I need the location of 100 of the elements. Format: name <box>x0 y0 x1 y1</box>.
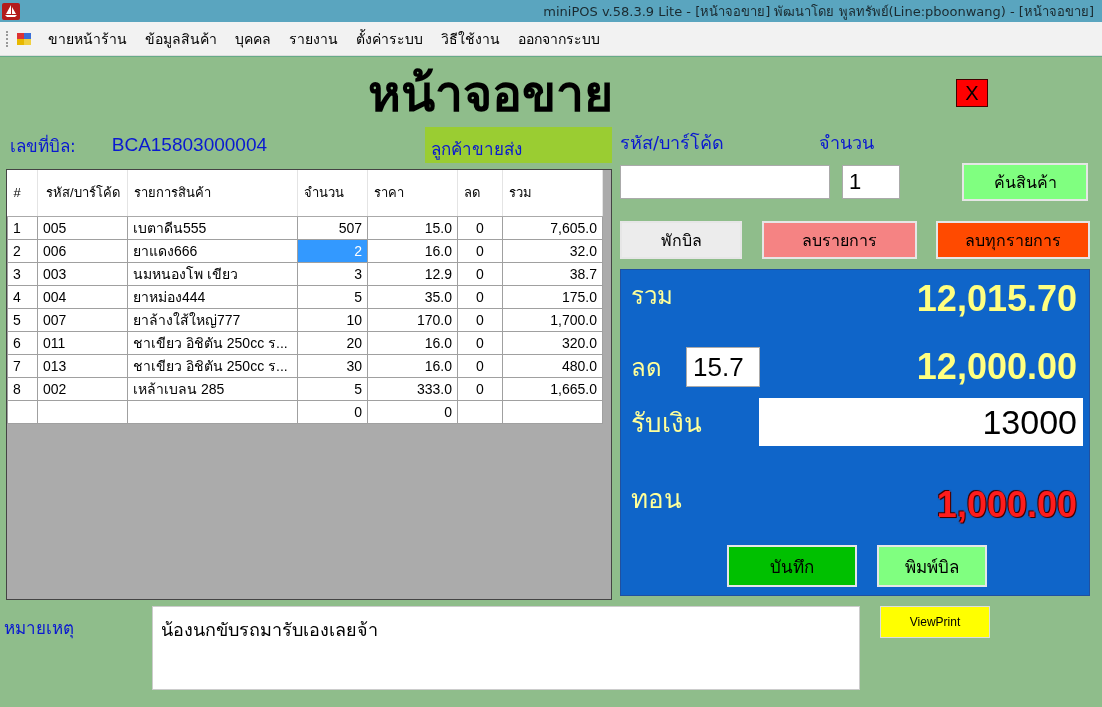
table-cell: 002 <box>37 377 128 401</box>
table-cell: 2 <box>7 239 38 263</box>
table-cell: 170.0 <box>367 308 458 332</box>
table-cell: ยาล้างใส้ใหญ่777 <box>127 308 298 332</box>
column-header[interactable]: ราคา <box>367 170 458 217</box>
table-cell: 15.0 <box>367 216 458 240</box>
table-cell: 011 <box>37 331 128 355</box>
table-cell: 16.0 <box>367 354 458 378</box>
change-amount: 1,000.00 <box>936 484 1077 526</box>
table-cell: 0 <box>457 308 503 332</box>
column-header[interactable]: ลด <box>457 170 503 217</box>
table-cell: 7,605.0 <box>502 216 603 240</box>
bill-number-label: เลขที่บิล: <box>10 133 76 158</box>
net-amount: 12,000.00 <box>916 346 1077 388</box>
received-label: รับเงิน <box>631 406 702 440</box>
menu-item[interactable]: ข้อมูลสินค้า <box>137 23 225 54</box>
column-header[interactable]: จำนวน <box>297 170 368 217</box>
table-cell: 0 <box>367 400 458 424</box>
table-cell: 5 <box>297 285 368 309</box>
table-cell: 0 <box>457 377 503 401</box>
table-cell: 3 <box>297 262 368 286</box>
app-logo-icon <box>2 2 20 20</box>
table-cell: 30 <box>297 354 368 378</box>
save-button[interactable]: บันทึก <box>727 545 857 587</box>
delete-all-button[interactable]: ลบทุกรายการ <box>936 221 1090 259</box>
table-cell: 32.0 <box>502 239 603 263</box>
table-cell: 4 <box>7 285 38 309</box>
table-cell: 175.0 <box>502 285 603 309</box>
table-cell: ชาเขียว อิชิตัน 250cc ร... <box>127 331 298 355</box>
column-header[interactable]: รวม <box>502 170 603 217</box>
table-cell: 480.0 <box>502 354 603 378</box>
discount-label: ลด <box>631 352 662 384</box>
quantity-field[interactable]: 1 <box>842 165 900 199</box>
table-cell: 7 <box>7 354 38 378</box>
bill-number: BCA15803000004 <box>111 134 268 156</box>
close-button[interactable]: X <box>956 79 988 107</box>
table-cell: 013 <box>37 354 128 378</box>
table-cell: ยาหม่อง444 <box>127 285 298 309</box>
table-cell: 20 <box>297 331 368 355</box>
customer-type-label: ลูกค้าขายส่ง <box>425 127 612 163</box>
table-cell: 0 <box>457 216 503 240</box>
table-cell: นมหนองโพ เขียว <box>127 262 298 286</box>
table-cell: 0 <box>297 400 368 424</box>
column-header[interactable]: รหัส/บาร์โค้ด <box>37 170 128 217</box>
table-cell: 0 <box>457 285 503 309</box>
table-cell: 16.0 <box>367 331 458 355</box>
table-cell: 1 <box>7 216 38 240</box>
received-amount-field[interactable]: 13000 <box>759 398 1083 446</box>
table-cell: 333.0 <box>367 377 458 401</box>
table-cell: ชาเขียว อิชิตัน 250cc ร... <box>127 354 298 378</box>
total-amount: 12,015.70 <box>916 278 1077 320</box>
menu-item[interactable]: ขายหน้าร้าน <box>40 23 135 54</box>
total-label: รวม <box>631 281 673 312</box>
table-cell: 5 <box>297 377 368 401</box>
table-cell: เบตาดีน555 <box>127 216 298 240</box>
barcode-field[interactable] <box>620 165 830 199</box>
table-cell: ยาแดง666 <box>127 239 298 263</box>
table-cell: 003 <box>37 262 128 286</box>
table-cell: 006 <box>37 239 128 263</box>
print-bill-button[interactable]: พิมพ์บิล <box>877 545 987 587</box>
view-print-button[interactable]: ViewPrint <box>880 606 990 638</box>
delete-item-button[interactable]: ลบรายการ <box>761 221 917 259</box>
table-cell: 0 <box>457 331 503 355</box>
remarks-label: หมายเหตุ <box>4 617 75 641</box>
menu-item[interactable]: ออกจากระบบ <box>510 23 608 54</box>
table-cell: 6 <box>7 331 38 355</box>
table-cell: 0 <box>457 262 503 286</box>
hold-bill-button[interactable]: พักบิล <box>620 221 742 259</box>
menu-item[interactable]: วิธีใช้งาน <box>433 23 508 54</box>
table-cell: 3 <box>7 262 38 286</box>
search-product-button[interactable]: ค้นสินค้า <box>962 163 1088 201</box>
table-cell: 35.0 <box>367 285 458 309</box>
table-cell: 10 <box>297 308 368 332</box>
table-cell: 1,665.0 <box>502 377 603 401</box>
table-cell: 5 <box>7 308 38 332</box>
table-cell: เหล้าเบลน 285 <box>127 377 298 401</box>
table-cell: 007 <box>37 308 128 332</box>
discount-field[interactable]: 15.7 <box>686 347 760 387</box>
app-menu-icon[interactable] <box>16 30 32 47</box>
table-cell: 1,700.0 <box>502 308 603 332</box>
menu-item[interactable]: บุคคล <box>227 23 279 54</box>
column-header[interactable]: # <box>7 170 38 217</box>
barcode-label: รหัส/บาร์โค้ด <box>620 131 725 155</box>
window-title: miniPOS v.58.3.9 Lite - [หน้าจอขาย] พัฒนาโดย พูลทรัพย์(Line:pboonwang) - [หน้าจอขาย] <box>543 2 1094 22</box>
table-cell: 320.0 <box>502 331 603 355</box>
table-cell: 16.0 <box>367 239 458 263</box>
change-label: ทอน <box>631 482 682 516</box>
quantity-label: จำนวน <box>819 131 875 155</box>
column-header[interactable]: รายการสินค้า <box>127 170 298 217</box>
table-cell: 8 <box>7 377 38 401</box>
table-cell: 0 <box>457 354 503 378</box>
menu-item[interactable]: รายงาน <box>281 23 346 54</box>
menu-item[interactable]: ตั้งค่าระบบ <box>348 23 431 54</box>
table-cell: 507 <box>297 216 368 240</box>
screen-title: หน้าจอขาย <box>368 63 613 125</box>
remarks-field[interactable]: น้องนกขับรถมารับเองเลยจ้า <box>152 606 860 690</box>
table-cell: 004 <box>37 285 128 309</box>
table-cell: 38.7 <box>502 262 603 286</box>
table-cell: 0 <box>457 239 503 263</box>
table-cell: 12.9 <box>367 262 458 286</box>
